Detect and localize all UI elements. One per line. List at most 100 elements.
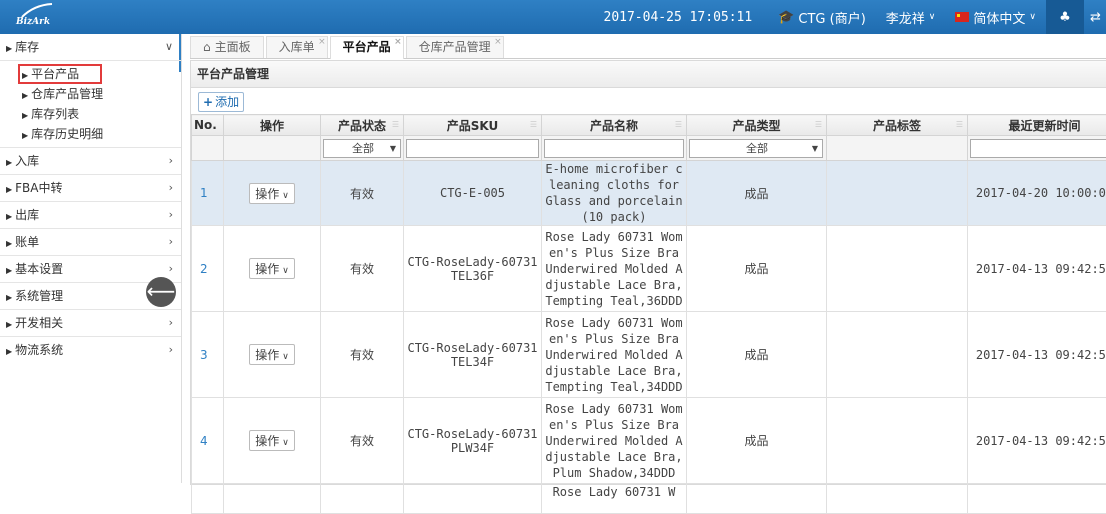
language-menu[interactable]: 简体中文 ∨: [945, 0, 1046, 34]
sku-filter-input[interactable]: [406, 139, 539, 158]
close-icon[interactable]: ×: [494, 32, 502, 53]
close-icon[interactable]: ×: [394, 32, 402, 53]
column-header-name[interactable]: 产品名称☰: [542, 115, 687, 136]
sidebar-collapse-button[interactable]: ⟵: [146, 277, 176, 307]
filter-cell-empty: [192, 136, 224, 161]
row-sku: CTG-RoseLady-60731PLW34F: [404, 398, 542, 484]
operation-button[interactable]: 操作∨: [249, 344, 295, 365]
column-header-tag[interactable]: 产品标签☰: [827, 115, 968, 136]
column-header-type[interactable]: 产品类型☰: [687, 115, 827, 136]
dropdown-arrow-icon: ▼: [812, 140, 818, 157]
sidebar-subitem-label: 库存列表: [31, 107, 79, 121]
tab-warehouse-products[interactable]: 仓库产品管理 ×: [406, 36, 504, 58]
chevron-right-icon: ›: [169, 202, 173, 228]
sidebar-item-label: 开发相关: [15, 316, 63, 330]
table-row[interactable]: 1 操作∨ 有效 CTG-E-005 E-home microfiber cle…: [192, 161, 1106, 226]
add-button[interactable]: +添加: [198, 92, 244, 112]
chevron-down-icon: ∨: [282, 266, 289, 276]
row-status: 有效: [321, 161, 404, 226]
column-header-sku[interactable]: 产品SKU☰: [404, 115, 542, 136]
column-header-status[interactable]: 产品状态☰: [321, 115, 404, 136]
logo-text: BizArk: [16, 17, 50, 27]
row-status: 有效: [321, 312, 404, 398]
filter-cell-tag: [827, 136, 968, 161]
logo[interactable]: BizArk: [14, 3, 74, 31]
sidebar-item-label: FBA中转: [15, 181, 62, 195]
operation-button-label: 操作: [255, 262, 279, 276]
tab-label: 平台产品: [343, 40, 391, 54]
sidebar-item-billing[interactable]: ▶账单 ›: [0, 229, 181, 256]
row-type: 成品: [687, 226, 827, 312]
sidebar-item-label: 入库: [15, 154, 39, 168]
column-header-label: 产品状态: [338, 119, 386, 133]
operation-button[interactable]: 操作∨: [249, 258, 295, 279]
china-flag-icon: [955, 12, 969, 22]
tab-bar: ⌂主面板 入库单 × 平台产品 × 仓库产品管理 ×: [190, 36, 1106, 59]
row-product-name: E-home microfiber cleaning cloths for Gl…: [542, 161, 687, 226]
table-row[interactable]: 3 操作∨ 有效 CTG-RoseLady-60731TEL34F Rose L…: [192, 312, 1106, 398]
row-number: 1: [192, 161, 224, 226]
sort-icon: ☰: [530, 120, 537, 129]
column-header-label: 操作: [260, 119, 284, 133]
type-filter-select[interactable]: 全部▼: [689, 139, 823, 158]
row-updated: 2017-04-13 09:42:50: [968, 312, 1106, 398]
company-menu[interactable]: 🎓 CTG (商户): [768, 0, 876, 34]
table-row[interactable]: Rose Lady 60731 W: [192, 484, 1106, 514]
status-filter-select[interactable]: 全部 ▼: [323, 139, 401, 158]
user-name: 李龙祥: [886, 8, 925, 27]
tree-button[interactable]: ♣: [1046, 0, 1084, 34]
sidebar-item-label: 账单: [15, 235, 39, 249]
chevron-right-icon: ›: [169, 310, 173, 336]
table-row[interactable]: 4 操作∨ 有效 CTG-RoseLady-60731PLW34F Rose L…: [192, 398, 1106, 484]
switch-button[interactable]: ⇄: [1084, 0, 1106, 34]
column-header-label: 产品标签: [873, 119, 921, 133]
sidebar-subitem-warehouse-products[interactable]: ▶仓库产品管理: [0, 84, 181, 104]
triangle-right-icon: ▶: [22, 131, 28, 140]
sort-icon: ☰: [815, 120, 822, 129]
sidebar-item-label: 基本设置: [15, 262, 63, 276]
tab-platform-products[interactable]: 平台产品 ×: [330, 36, 404, 59]
dropdown-arrow-icon: ▼: [390, 140, 396, 157]
table-row[interactable]: 2 操作∨ 有效 CTG-RoseLady-60731TEL36F Rose L…: [192, 226, 1106, 312]
sidebar-item-logistics[interactable]: ▶物流系统 ›: [0, 337, 181, 363]
user-menu[interactable]: 李龙祥 ∨: [876, 0, 946, 34]
column-header-no[interactable]: No.: [192, 115, 224, 136]
row-type: [687, 484, 827, 514]
sidebar-subitem-platform-products[interactable]: ▶平台产品: [18, 64, 102, 84]
tab-inbound-order[interactable]: 入库单 ×: [266, 36, 328, 58]
row-product-name: Rose Lady 60731 W: [542, 484, 687, 514]
sidebar-item-inbound[interactable]: ▶入库 ›: [0, 148, 181, 175]
updated-filter-input[interactable]: ▦: [970, 139, 1106, 158]
row-product-name: Rose Lady 60731 Women's Plus Size Bra Un…: [542, 398, 687, 484]
filter-cell-status: 全部 ▼: [321, 136, 404, 161]
sidebar-item-fba[interactable]: ▶FBA中转 ›: [0, 175, 181, 202]
column-header-label: 最近更新时间: [1008, 119, 1080, 133]
row-type: 成品: [687, 161, 827, 226]
row-number: 4: [192, 398, 224, 484]
plus-icon: +: [203, 95, 213, 109]
tab-dashboard[interactable]: ⌂主面板: [190, 36, 264, 58]
triangle-right-icon: ▶: [6, 239, 12, 248]
status-filter-value: 全部: [352, 142, 374, 155]
column-header-updated[interactable]: 最近更新时间☰: [968, 115, 1106, 136]
sidebar-item-inventory[interactable]: ▶库存 ∨: [0, 34, 181, 61]
close-icon[interactable]: ×: [318, 32, 326, 53]
product-table: No. 操作 产品状态☰ 产品SKU☰ 产品名称☰ 产品类型☰ 产品标签☰ 最近…: [191, 114, 1106, 514]
row-operation-cell: [224, 484, 321, 514]
filter-cell-name: [542, 136, 687, 161]
triangle-right-icon: ▶: [6, 293, 12, 302]
filter-row: 全部▼ 全部▼ ▦: [192, 136, 1106, 161]
sidebar-item-development[interactable]: ▶开发相关 ›: [0, 310, 181, 337]
sidebar-subitem-inventory-list[interactable]: ▶库存列表: [0, 104, 181, 124]
sidebar-subitem-inventory-history[interactable]: ▶库存历史明细: [0, 124, 181, 148]
operation-button[interactable]: 操作∨: [249, 430, 295, 451]
table-header-row: No. 操作 产品状态☰ 产品SKU☰ 产品名称☰ 产品类型☰ 产品标签☰ 最近…: [192, 115, 1106, 136]
sidebar-item-label: 库存: [15, 40, 39, 54]
row-tag: [827, 226, 968, 312]
sidebar-subitem-label: 平台产品: [31, 67, 79, 81]
row-type: 成品: [687, 398, 827, 484]
operation-button[interactable]: 操作∨: [249, 183, 295, 204]
sidebar-item-outbound[interactable]: ▶出库 ›: [0, 202, 181, 229]
triangle-right-icon: ▶: [6, 266, 12, 275]
name-filter-input[interactable]: [544, 139, 684, 158]
